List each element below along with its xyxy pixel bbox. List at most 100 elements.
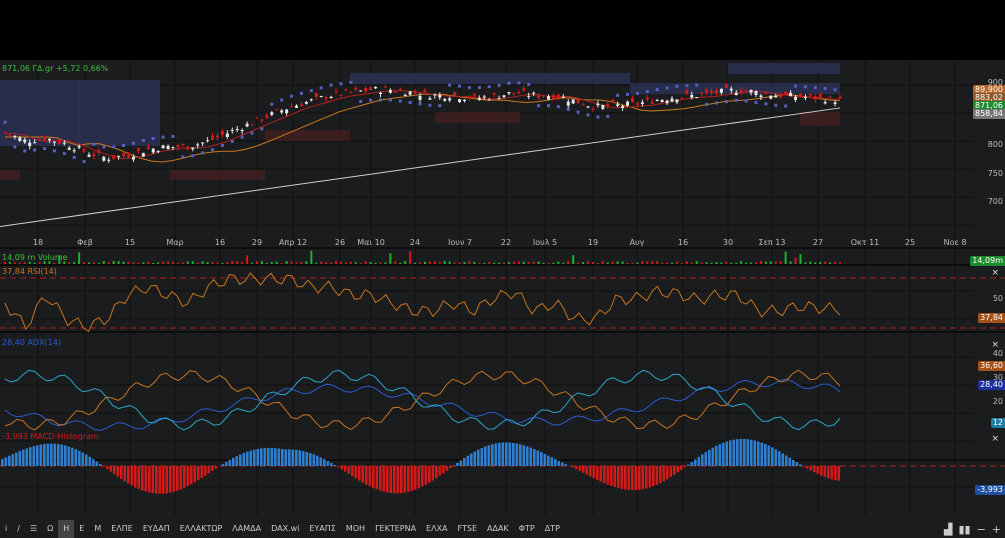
toolbar-item[interactable]: Ε — [74, 520, 89, 538]
candle — [581, 104, 585, 106]
candle — [714, 90, 718, 94]
macd-histogram-bar — [319, 457, 323, 466]
macd-histogram-bar — [526, 446, 529, 466]
toolbar-item[interactable]: ΓΕΚΤΕΡΝΑ — [370, 520, 421, 538]
macd-histogram-bar — [704, 452, 708, 466]
parabolic-sar-dot — [833, 88, 837, 92]
toolbar-item[interactable]: ΕΥΔΑΠ — [138, 520, 175, 538]
candle — [448, 98, 452, 101]
volume-bar — [587, 261, 590, 264]
parabolic-sar-dot — [616, 93, 620, 97]
parabolic-sar-dot — [458, 84, 462, 88]
toolbar-item[interactable]: ΕΛΧΑ — [421, 520, 452, 538]
volume-bar — [809, 261, 812, 264]
candle — [171, 146, 175, 148]
volume-bar — [789, 261, 792, 264]
volume-bar — [527, 262, 530, 264]
macd-histogram-bar — [624, 466, 627, 490]
volume-bar — [794, 257, 797, 264]
volume-bar — [216, 262, 219, 264]
macd-histogram-bar — [561, 462, 564, 466]
bar-chart-icon[interactable]: ▮▮ — [958, 523, 970, 536]
toolbar-item[interactable]: Μ — [89, 520, 106, 538]
volume-bar — [270, 261, 273, 264]
macd-histogram-bar — [480, 447, 484, 466]
parabolic-sar-dot — [3, 120, 7, 124]
toolbar-item[interactable]: ☰ — [25, 520, 42, 538]
macd-histogram-bar — [690, 462, 694, 466]
candle — [630, 98, 634, 103]
toolbar-item[interactable]: / — [12, 520, 25, 538]
toolbar-item[interactable]: FTSE — [453, 520, 482, 538]
parabolic-sar-dot — [171, 134, 175, 138]
macd-histogram-bar — [15, 452, 18, 466]
volume-bar — [458, 262, 461, 264]
volume-bar — [389, 253, 392, 264]
candle — [196, 144, 200, 146]
candle — [670, 98, 674, 102]
volume-bar — [621, 261, 624, 264]
close-icon[interactable]: × — [991, 268, 999, 278]
candle — [418, 95, 422, 100]
volume-bar — [374, 262, 377, 264]
toolbar-item[interactable]: ΦΤΡ — [514, 520, 540, 538]
toolbar-item[interactable]: i — [0, 520, 12, 538]
toolbar-item[interactable]: ΛΑΜΔΑ — [227, 520, 266, 538]
close-icon[interactable]: × — [991, 434, 999, 444]
volume-bar — [171, 261, 174, 264]
macd-histogram-bar — [547, 455, 550, 466]
zoom-in-icon[interactable]: + — [992, 523, 1001, 536]
macd-histogram-bar — [382, 466, 386, 492]
toolbar-item[interactable]: ΕΛΛΑΚΤΩΡ — [175, 520, 228, 538]
macd-histogram-bar — [249, 450, 253, 466]
candle — [299, 104, 303, 107]
macd-histogram-bar — [116, 466, 120, 477]
chart-area[interactable]: 871,06 ΓΔ.gr +5,72 0,66% 800 750 700 900… — [0, 60, 1005, 520]
macd-histogram-bar — [816, 466, 820, 474]
zoom-out-icon[interactable]: − — [977, 523, 986, 536]
parabolic-sar-dot — [635, 91, 639, 95]
volume-bar — [700, 262, 703, 264]
volume-bar — [206, 262, 209, 264]
volume-bar — [483, 262, 486, 264]
candle — [67, 147, 71, 150]
toolbar-item[interactable]: ΔΤΡ — [540, 520, 565, 538]
candle — [724, 84, 728, 89]
toolbar-item[interactable]: ΕΛΠΕ — [106, 520, 138, 538]
candle — [136, 148, 140, 152]
volume-bar — [13, 262, 16, 264]
chart-type-icon[interactable]: ▟ — [944, 523, 952, 536]
toolbar-item[interactable]: Η — [58, 520, 75, 538]
macd-histogram-bar — [414, 466, 417, 490]
price-tick: 800 — [987, 140, 1003, 149]
macd-histogram-bar — [29, 447, 32, 466]
volume-bar — [661, 262, 664, 264]
support-resistance-zone — [350, 73, 630, 84]
macd-histogram-bar — [242, 452, 246, 466]
macd-histogram-bar — [148, 466, 151, 493]
candle — [211, 135, 215, 140]
macd-histogram-bar — [596, 466, 599, 480]
toolbar-item[interactable]: ΜΟΗ — [341, 520, 370, 538]
chart-canvas[interactable] — [0, 60, 1005, 520]
parabolic-sar-dot — [220, 143, 224, 147]
volume-bar — [394, 261, 397, 264]
toolbar-item[interactable]: DAX.wi — [266, 520, 304, 538]
candle — [151, 148, 155, 153]
candle — [566, 101, 570, 106]
support-resistance-zone — [265, 130, 350, 141]
parabolic-sar-dot — [744, 99, 748, 103]
macd-histogram-bar — [669, 466, 673, 478]
toolbar-item[interactable]: Ω — [42, 520, 58, 538]
x-axis-label: Ιουν 7 — [448, 238, 472, 247]
volume-bar — [181, 262, 184, 264]
candle — [798, 93, 802, 98]
macd-histogram-bar — [799, 464, 802, 466]
adx-tick: 40 — [992, 349, 1003, 358]
volume-bar — [97, 262, 100, 264]
toolbar-item[interactable]: ΑΔΑΚ — [482, 520, 514, 538]
macd-histogram-bar — [291, 449, 295, 466]
volume-bar — [423, 261, 426, 264]
volume-bar — [157, 262, 160, 264]
toolbar-item[interactable]: ΕΥΑΠΣ — [304, 520, 340, 538]
